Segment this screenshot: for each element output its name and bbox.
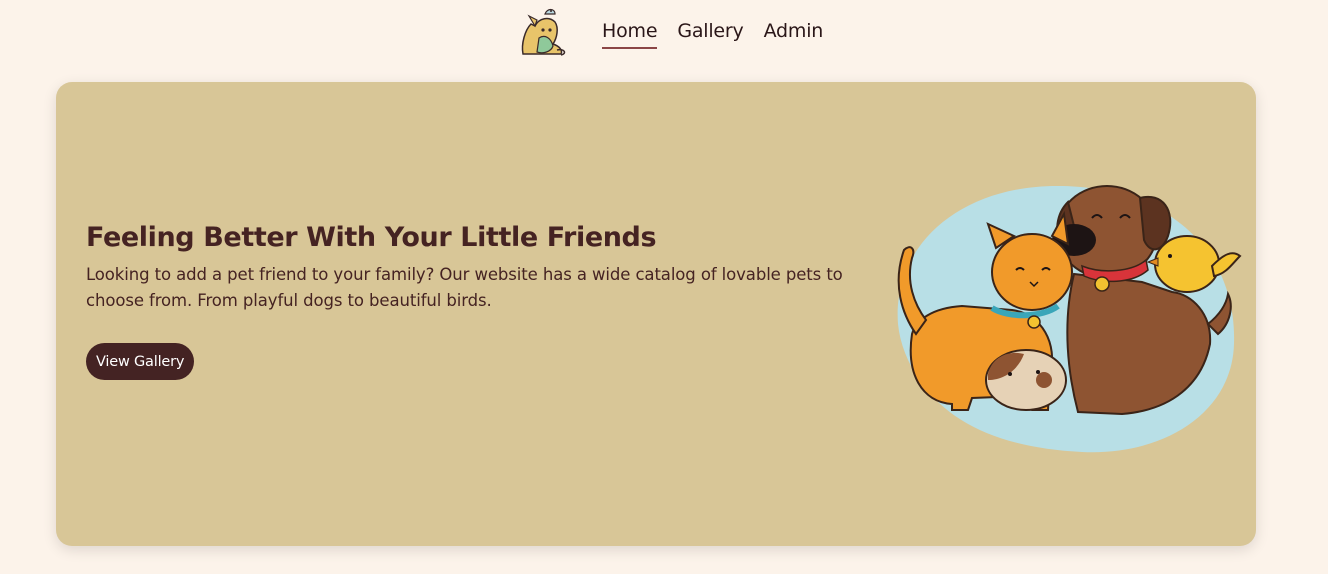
hero-description: Looking to add a pet friend to your fami… [86,265,843,310]
pets-illustration [897,185,1242,453]
view-gallery-button[interactable]: View Gallery [86,343,195,380]
top-navbar: Home Gallery Admin [0,0,1328,62]
nav-links: Home Gallery Admin [602,18,823,50]
hero-title: Feeling Better With Your Little Friends [86,222,657,253]
hero-card: Feeling Better With Your Little Friends … [56,82,1256,546]
nav-link-gallery[interactable]: Gallery [677,18,743,49]
pet-shop-logo-icon[interactable] [515,4,569,58]
nav-link-admin[interactable]: Admin [764,18,824,49]
nav-link-home[interactable]: Home [602,18,658,49]
